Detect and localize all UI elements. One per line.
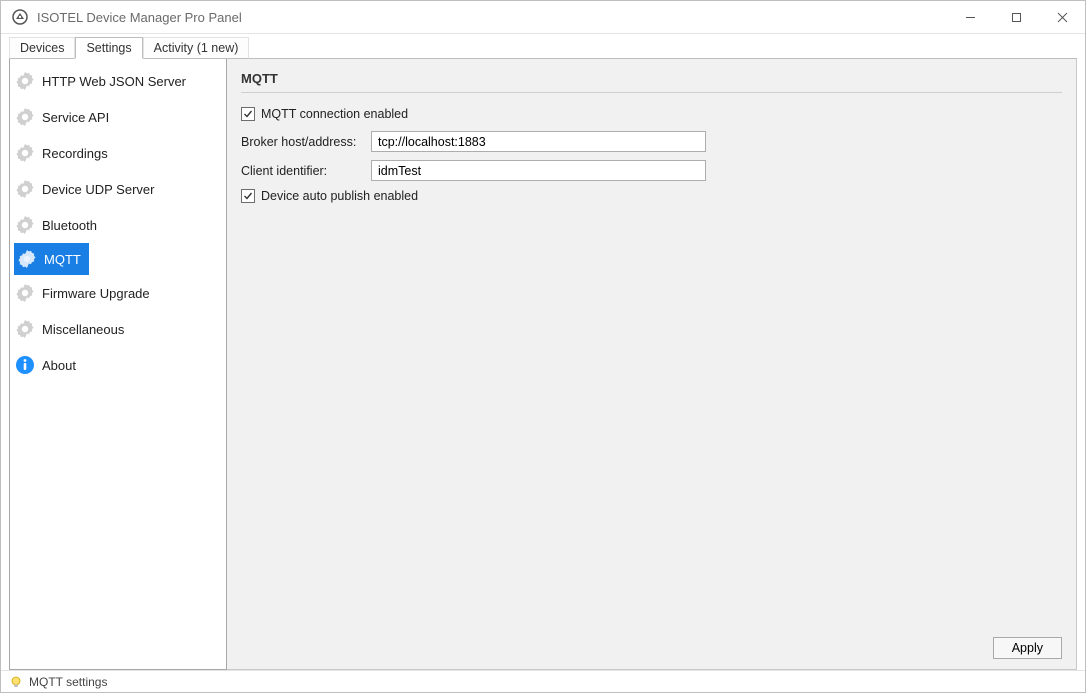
sidebar-item-mqtt[interactable]: MQTT: [14, 243, 89, 275]
broker-host-row: Broker host/address:: [241, 131, 1062, 152]
titlebar: ISOTEL Device Manager Pro Panel: [1, 1, 1085, 34]
tab-devices[interactable]: Devices: [9, 37, 75, 59]
device-auto-publish-checkbox[interactable]: [241, 189, 255, 203]
mqtt-connection-enabled-checkbox[interactable]: [241, 107, 255, 121]
sidebar-item-device-udp-server[interactable]: Device UDP Server: [10, 171, 226, 207]
tab-activity[interactable]: Activity (1 new): [143, 37, 250, 59]
panel-heading: MQTT: [241, 71, 1062, 93]
mqtt-connection-enabled-row: MQTT connection enabled: [241, 107, 1062, 121]
sidebar-item-http-web-json-server[interactable]: HTTP Web JSON Server: [10, 63, 226, 99]
client-identifier-label: Client identifier:: [241, 164, 371, 178]
sidebar-item-miscellaneous[interactable]: Miscellaneous: [10, 311, 226, 347]
minimize-button[interactable]: [947, 1, 993, 33]
checkbox-label: Device auto publish enabled: [261, 189, 418, 203]
tab-settings[interactable]: Settings: [75, 37, 142, 59]
sidebar-item-label: MQTT: [44, 252, 81, 267]
gear-icon: [14, 106, 36, 128]
tab-label: Devices: [20, 41, 64, 55]
sidebar-item-label: Device UDP Server: [42, 182, 154, 197]
broker-host-input[interactable]: [371, 131, 706, 152]
sidebar-item-about[interactable]: About: [10, 347, 226, 383]
gear-icon: [16, 248, 38, 270]
tabbar: Devices Settings Activity (1 new): [1, 34, 1085, 58]
gear-icon: [14, 70, 36, 92]
maximize-button[interactable]: [993, 1, 1039, 33]
app-icon: [11, 8, 29, 26]
mqtt-form: MQTT connection enabled Broker host/addr…: [241, 107, 1062, 631]
status-text: MQTT settings: [29, 675, 107, 689]
sidebar-item-service-api[interactable]: Service API: [10, 99, 226, 135]
statusbar: MQTT settings: [1, 670, 1085, 692]
sidebar-item-label: Firmware Upgrade: [42, 286, 150, 301]
gear-icon: [14, 142, 36, 164]
sidebar-item-label: Service API: [42, 110, 109, 125]
window-controls: [947, 1, 1085, 33]
lightbulb-icon: [9, 675, 23, 689]
tab-label: Activity (1 new): [154, 41, 239, 55]
gear-icon: [14, 318, 36, 340]
apply-button[interactable]: Apply: [993, 637, 1062, 659]
sidebar-item-recordings[interactable]: Recordings: [10, 135, 226, 171]
tab-label: Settings: [86, 41, 131, 55]
sidebar-item-firmware-upgrade[interactable]: Firmware Upgrade: [10, 275, 226, 311]
gear-icon: [14, 282, 36, 304]
settings-sidebar: HTTP Web JSON Server Service API Recordi…: [9, 59, 227, 670]
device-auto-publish-row: Device auto publish enabled: [241, 189, 1062, 203]
sidebar-item-label: Bluetooth: [42, 218, 97, 233]
sidebar-item-label: HTTP Web JSON Server: [42, 74, 186, 89]
info-icon: [14, 354, 36, 376]
client-identifier-row: Client identifier:: [241, 160, 1062, 181]
broker-host-label: Broker host/address:: [241, 135, 371, 149]
sidebar-item-label: Recordings: [42, 146, 108, 161]
apply-bar: Apply: [241, 631, 1062, 659]
sidebar-item-bluetooth[interactable]: Bluetooth: [10, 207, 226, 243]
sidebar-item-label: About: [42, 358, 76, 373]
app-window: ISOTEL Device Manager Pro Panel Devices …: [0, 0, 1086, 693]
client-identifier-input[interactable]: [371, 160, 706, 181]
settings-detail-panel: MQTT MQTT connection enabled Broker host…: [227, 59, 1077, 670]
close-button[interactable]: [1039, 1, 1085, 33]
sidebar-item-label: Miscellaneous: [42, 322, 124, 337]
window-title: ISOTEL Device Manager Pro Panel: [37, 10, 242, 25]
gear-icon: [14, 214, 36, 236]
checkbox-label: MQTT connection enabled: [261, 107, 408, 121]
gear-icon: [14, 178, 36, 200]
content-area: HTTP Web JSON Server Service API Recordi…: [9, 58, 1077, 670]
